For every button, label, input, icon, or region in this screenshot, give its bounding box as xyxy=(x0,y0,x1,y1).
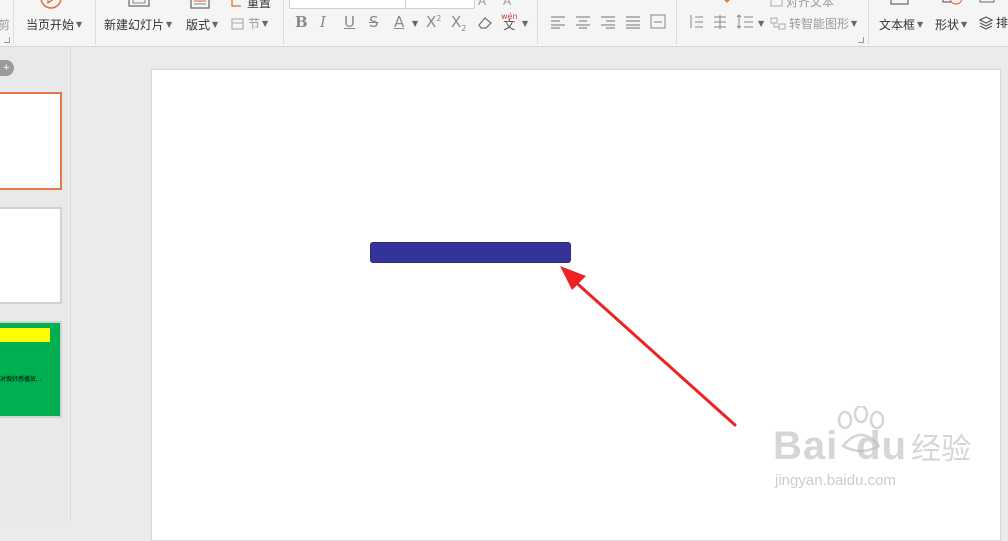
watermark-brand-du: du xyxy=(856,424,908,468)
watermark-url: jingyan.baidu.com xyxy=(775,472,896,489)
watermark-brand-cn: 经验 xyxy=(911,432,972,467)
watermark-brand: Bai xyxy=(773,424,839,468)
